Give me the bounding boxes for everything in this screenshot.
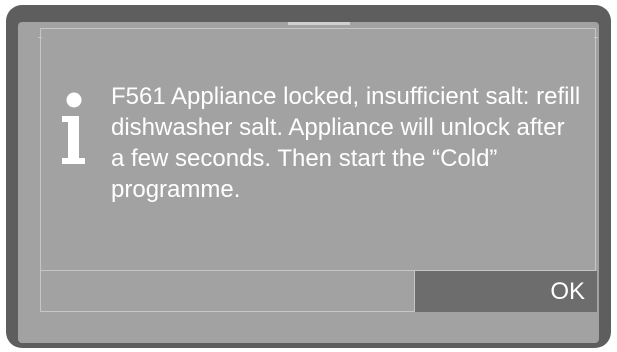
dialog-corner-right	[594, 37, 598, 38]
ok-button[interactable]: OK	[414, 271, 597, 312]
display-screen: F561 Appliance locked, insufficient salt…	[18, 22, 599, 343]
scroll-indicator	[288, 22, 350, 25]
info-icon	[62, 92, 85, 164]
alert-message: F561 Appliance locked, insufficient salt…	[111, 83, 581, 203]
dialog-corner-left	[38, 37, 42, 38]
display-bezel: F561 Appliance locked, insufficient salt…	[6, 5, 611, 348]
